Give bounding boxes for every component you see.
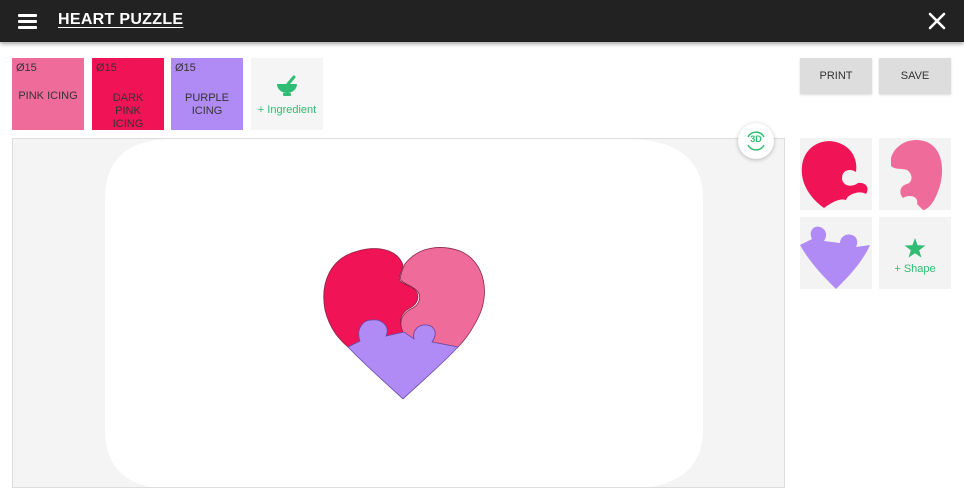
star-icon (904, 238, 926, 258)
ingredient-pink-icing[interactable]: Ø15 PINK ICING (12, 58, 84, 130)
add-shape-label: + Shape (894, 263, 936, 275)
add-shape-button[interactable]: + Shape (879, 217, 951, 289)
menu-icon[interactable] (14, 10, 42, 32)
design-canvas[interactable] (12, 138, 785, 488)
shape-tile-dark-pink[interactable] (800, 138, 872, 210)
ingredient-name: PURPLE ICING (184, 92, 230, 117)
view-3d-label: 3D (750, 134, 762, 144)
view-3d-toggle[interactable]: 3D (738, 123, 774, 159)
ingredient-name: PINK ICING (18, 90, 78, 102)
cake-surface (105, 139, 703, 487)
page-title: HEART PUZZLE (58, 11, 184, 28)
top-bar: HEART PUZZLE (0, 0, 964, 42)
ingredient-diameter: Ø15 (96, 62, 117, 74)
add-ingredient-label: + Ingredient (257, 104, 317, 116)
shape-tile-pink[interactable] (879, 138, 951, 210)
shape-purple-heart-piece (800, 226, 870, 289)
ingredient-name: DARK PINK ICING (112, 92, 144, 130)
shape-dark-pink-heart-piece (801, 141, 868, 208)
ingredient-diameter: Ø15 (16, 62, 37, 74)
shape-tile-purple[interactable] (800, 217, 872, 289)
ingredient-purple-icing[interactable]: Ø15 PURPLE ICING (171, 58, 243, 130)
ingredient-dark-pink-icing[interactable]: Ø15 DARK PINK ICING (92, 58, 164, 130)
shape-pink-heart-piece (891, 139, 943, 210)
ingredient-diameter: Ø15 (175, 62, 196, 74)
print-button[interactable]: PRINT (800, 58, 872, 94)
add-ingredient-button[interactable]: + Ingredient (251, 58, 323, 130)
save-button[interactable]: SAVE (879, 58, 951, 94)
mortar-pestle-icon (277, 75, 297, 96)
close-icon[interactable] (924, 8, 950, 34)
